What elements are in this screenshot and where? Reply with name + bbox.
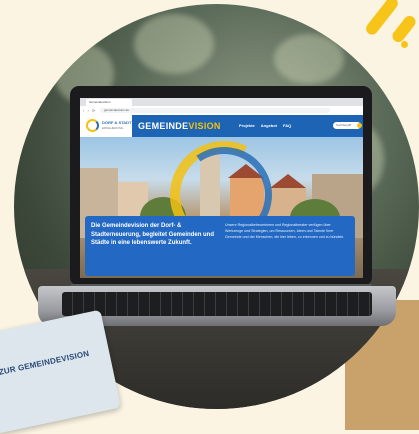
hero-body: Unsere Regionalbetreuerinnen und Regiona… — [225, 223, 345, 239]
laptop-keyboard — [62, 292, 372, 316]
brand-title[interactable]: GEMEINDEVISION — [138, 121, 221, 131]
logo-text[interactable]: DORF & STADT — [102, 120, 131, 125]
main-nav: Projekte Angebot FAQ — [239, 123, 291, 128]
url-input[interactable]: gemeindevision.de — [100, 108, 330, 113]
nav-item-projekte[interactable]: Projekte — [239, 123, 255, 128]
hero-text-box: Die Gemeindevision der Dorf- & Stadterne… — [85, 216, 355, 276]
hero-headline: Die Gemeindevision der Dorf- & Stadterne… — [91, 223, 215, 246]
brand-suffix: VISION — [188, 121, 221, 131]
yellow-accent-dot — [401, 41, 408, 48]
browser-tab-bar: Gemeindevision — [80, 98, 363, 106]
brand-prefix: GEMEINDE — [138, 121, 189, 131]
bokeh-light — [134, 14, 214, 74]
logo-icon[interactable] — [86, 119, 99, 132]
nav-item-angebot[interactable]: Angebot — [261, 123, 277, 128]
info-card: ZUR GEMEINDEVISION — [0, 309, 121, 434]
nav-item-faq[interactable]: FAQ — [283, 123, 291, 128]
browser-nav-icons[interactable]: ‹ › ⟳ — [83, 109, 96, 113]
yellow-accent-stroke — [390, 13, 418, 45]
search-icon[interactable] — [357, 123, 362, 128]
browser-tab[interactable]: Gemeindevision — [86, 99, 132, 106]
site-header: DORF & STADT ERNEUERUNG GEMEINDEVISION P… — [80, 115, 363, 137]
brand-bar: GEMEINDEVISION Projekte Angebot FAQ Such… — [132, 115, 363, 137]
bokeh-light — [274, 34, 344, 84]
card-text: ZUR GEMEINDEVISION — [0, 348, 91, 377]
logo-subtext: ERNEUERUNG — [102, 126, 124, 130]
laptop-screen: Gemeindevision ‹ › ⟳ gemeindevision.de D… — [80, 98, 363, 278]
